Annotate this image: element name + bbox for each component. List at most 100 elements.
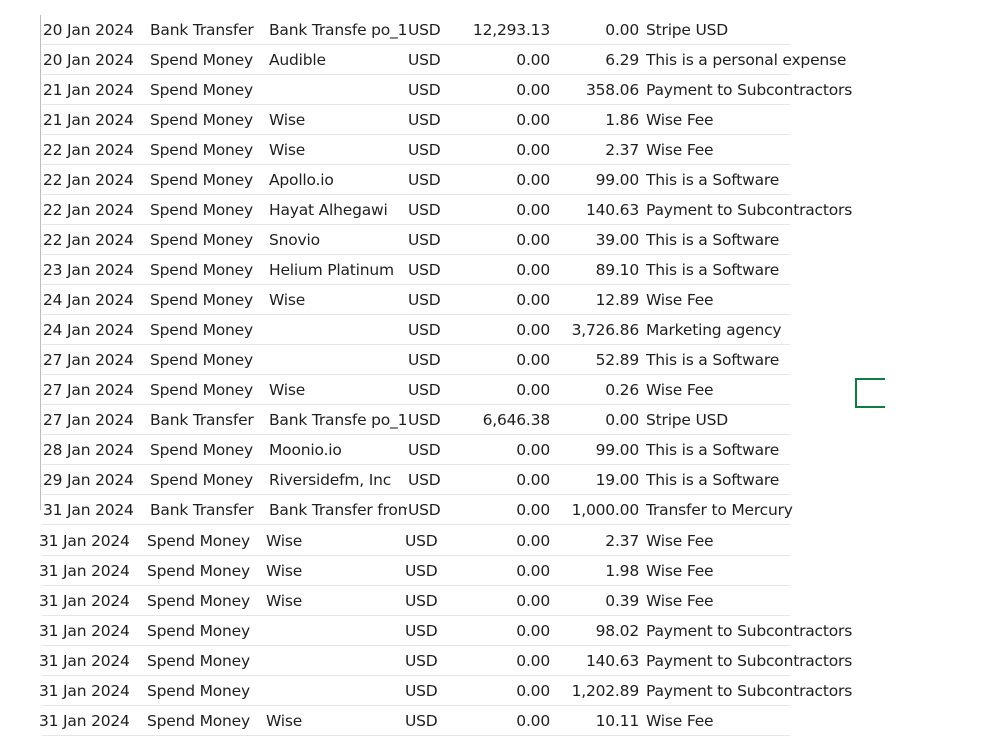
received-cell[interactable]: 0.00: [468, 285, 550, 315]
type-cell[interactable]: Spend Money: [147, 526, 261, 556]
table-row[interactable]: 21 Jan 2024 Spend Money USD 0.00 358.06 Payme…: [0, 75, 852, 105]
payee-cell[interactable]: [266, 616, 404, 646]
table-row[interactable]: 27 Jan 2024 Bank Transfer Bank Transfe po_…: [0, 405, 790, 435]
spent-cell[interactable]: 12.89: [543, 285, 639, 315]
type-cell[interactable]: Spend Money: [150, 195, 264, 225]
date-cell[interactable]: 27 Jan 2024: [43, 405, 147, 435]
table-row[interactable]: 31 Jan 2024 Spend Money USD 0.00 1,202.89 Pay…: [0, 676, 852, 706]
description-cell[interactable]: This is a Software: [646, 165, 896, 195]
description-cell[interactable]: Wise Fee: [646, 375, 896, 405]
table-row[interactable]: 31 Jan 2024 Spend Money Wise USD 0.00 1.98 Wis…: [0, 556, 790, 586]
payee-cell[interactable]: Wise: [269, 285, 407, 315]
type-cell[interactable]: Spend Money: [150, 225, 264, 255]
currency-cell[interactable]: USD: [408, 285, 448, 315]
received-cell[interactable]: 0.00: [468, 586, 550, 616]
description-cell[interactable]: Transfer to Mercury: [646, 495, 896, 525]
spent-cell[interactable]: 1.98: [543, 556, 639, 586]
date-cell[interactable]: 29 Jan 2024: [43, 465, 147, 495]
description-cell[interactable]: Payment to Subcontractors: [646, 195, 896, 225]
received-cell[interactable]: 0.00: [468, 165, 550, 195]
table-row[interactable]: 27 Jan 2024 Spend Money USD 0.00 52.89 This i…: [0, 345, 790, 375]
date-cell[interactable]: 31 Jan 2024: [39, 616, 143, 646]
currency-cell[interactable]: USD: [408, 75, 448, 105]
type-cell[interactable]: Bank Transfer: [150, 405, 264, 435]
currency-cell[interactable]: USD: [405, 706, 445, 736]
type-cell[interactable]: Spend Money: [150, 285, 264, 315]
payee-cell[interactable]: [269, 75, 407, 105]
payee-cell[interactable]: [266, 676, 404, 706]
currency-cell[interactable]: USD: [405, 616, 445, 646]
date-cell[interactable]: 21 Jan 2024: [43, 105, 147, 135]
table-row[interactable]: 31 Jan 2024 Spend Money USD 0.00 140.63 Payme…: [0, 646, 852, 676]
received-cell[interactable]: 0.00: [468, 225, 550, 255]
spent-cell[interactable]: 52.89: [543, 345, 639, 375]
date-cell[interactable]: 22 Jan 2024: [43, 165, 147, 195]
date-cell[interactable]: 24 Jan 2024: [43, 315, 147, 345]
date-cell[interactable]: 20 Jan 2024: [43, 45, 147, 75]
received-cell[interactable]: 0.00: [468, 495, 550, 525]
currency-cell[interactable]: USD: [405, 556, 445, 586]
payee-cell[interactable]: Hayat Alhegawi: [269, 195, 407, 225]
spent-cell[interactable]: 89.10: [543, 255, 639, 285]
table-row[interactable]: 23 Jan 2024 Spend Money Helium Platinum USD…: [0, 255, 790, 285]
payee-cell[interactable]: Wise: [269, 375, 407, 405]
table-row[interactable]: 31 Jan 2024 Bank Transfer Bank Transfer fr…: [0, 495, 793, 525]
date-cell[interactable]: 22 Jan 2024: [43, 135, 147, 165]
description-cell[interactable]: This is a Software: [646, 435, 896, 465]
description-cell[interactable]: Payment to Subcontractors: [646, 676, 896, 706]
description-cell[interactable]: Payment to Subcontractors: [646, 75, 896, 105]
table-row[interactable]: 21 Jan 2024 Spend Money Wise USD 0.00 1.86 Wis…: [0, 105, 790, 135]
description-cell[interactable]: This is a personal expense: [646, 45, 896, 75]
date-cell[interactable]: 31 Jan 2024: [39, 706, 143, 736]
received-cell[interactable]: 0.00: [468, 345, 550, 375]
spent-cell[interactable]: 140.63: [543, 646, 639, 676]
received-cell[interactable]: 0.00: [468, 646, 550, 676]
table-row[interactable]: 22 Jan 2024 Spend Money Apollo.io USD 0.00 99…: [0, 165, 790, 195]
date-cell[interactable]: 31 Jan 2024: [39, 646, 143, 676]
received-cell[interactable]: 0.00: [468, 526, 550, 556]
spent-cell[interactable]: 99.00: [543, 165, 639, 195]
type-cell[interactable]: Spend Money: [150, 45, 264, 75]
payee-cell[interactable]: Wise: [269, 105, 407, 135]
spent-cell[interactable]: 19.00: [543, 465, 639, 495]
table-row[interactable]: 31 Jan 2024 Spend Money Wise USD 0.00 2.37 Wis…: [0, 526, 790, 556]
received-cell[interactable]: 0.00: [468, 616, 550, 646]
spent-cell[interactable]: 2.37: [543, 135, 639, 165]
spent-cell[interactable]: 0.00: [543, 405, 639, 435]
received-cell[interactable]: 12,293.13: [468, 15, 550, 45]
payee-cell[interactable]: Wise: [266, 556, 404, 586]
spent-cell[interactable]: 39.00: [543, 225, 639, 255]
type-cell[interactable]: Spend Money: [150, 105, 264, 135]
type-cell[interactable]: Spend Money: [150, 345, 264, 375]
received-cell[interactable]: 0.00: [468, 255, 550, 285]
currency-cell[interactable]: USD: [408, 405, 448, 435]
received-cell[interactable]: 0.00: [468, 375, 550, 405]
description-cell[interactable]: Stripe USD: [646, 15, 896, 45]
currency-cell[interactable]: USD: [405, 646, 445, 676]
payee-cell[interactable]: Helium Platinum: [269, 255, 407, 285]
description-cell[interactable]: This is a Software: [646, 345, 896, 375]
table-row[interactable]: 24 Jan 2024 Spend Money USD 0.00 3,726.86 Mar…: [0, 315, 790, 345]
date-cell[interactable]: 24 Jan 2024: [43, 285, 147, 315]
date-cell[interactable]: 22 Jan 2024: [43, 225, 147, 255]
currency-cell[interactable]: USD: [408, 495, 448, 525]
payee-cell[interactable]: Snovio: [269, 225, 407, 255]
description-cell[interactable]: This is a Software: [646, 255, 896, 285]
currency-cell[interactable]: USD: [408, 255, 448, 285]
type-cell[interactable]: Spend Money: [150, 465, 264, 495]
received-cell[interactable]: 0.00: [468, 556, 550, 586]
table-row[interactable]: 22 Jan 2024 Spend Money Snovio USD 0.00 39.00…: [0, 225, 790, 255]
table-row[interactable]: 28 Jan 2024 Spend Money Moonio.io USD 0.00 99…: [0, 435, 790, 465]
date-cell[interactable]: 22 Jan 2024: [43, 195, 147, 225]
payee-cell[interactable]: Bank Transfe po_1I: [269, 405, 407, 435]
type-cell[interactable]: Spend Money: [150, 255, 264, 285]
currency-cell[interactable]: USD: [408, 225, 448, 255]
table-row[interactable]: 22 Jan 2024 Spend Money Wise USD 0.00 2.37 Wis…: [0, 135, 790, 165]
description-cell[interactable]: Stripe USD: [646, 405, 896, 435]
table-row[interactable]: 31 Jan 2024 Spend Money USD 0.00 98.02 Paymen…: [0, 616, 852, 646]
currency-cell[interactable]: USD: [408, 45, 448, 75]
type-cell[interactable]: Spend Money: [150, 435, 264, 465]
spent-cell[interactable]: 3,726.86: [543, 315, 639, 345]
received-cell[interactable]: 0.00: [468, 315, 550, 345]
table-row[interactable]: 22 Jan 2024 Spend Money Hayat Alhegawi USD 0…: [0, 195, 852, 225]
